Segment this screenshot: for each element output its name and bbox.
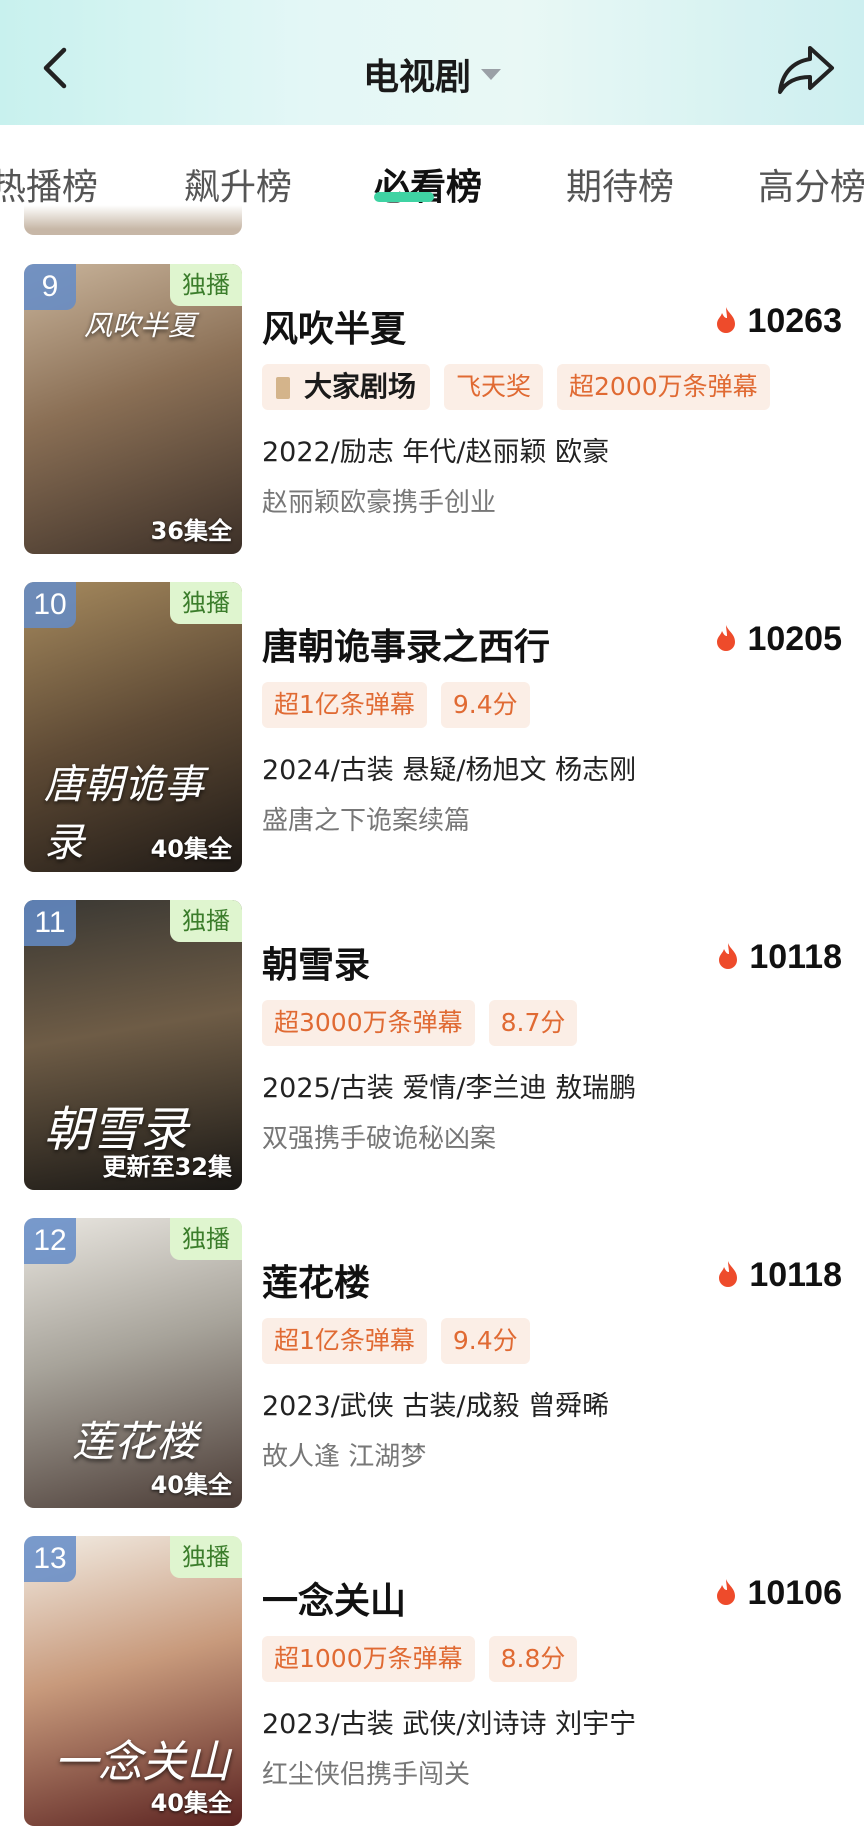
show-description: 盛唐之下诡案续篇 — [262, 806, 471, 836]
show-meta: 2023/古装 武侠/刘诗诗 刘宇宁 — [262, 1709, 637, 1740]
show-meta: 2024/古装 悬疑/杨旭文 杨志刚 — [262, 755, 637, 786]
badge-row: 超3000万条弹幕 8.7分 — [262, 1000, 591, 1046]
poster-title-art: 莲花楼 — [72, 1417, 199, 1466]
tag-badge: 飞天奖 — [444, 364, 544, 410]
heat-score: 10263 — [715, 302, 842, 343]
previous-item-poster[interactable] — [24, 205, 242, 235]
tag-badge: 超3000万条弹幕 — [262, 1000, 475, 1046]
show-description: 双强携手破诡秘凶案 — [262, 1124, 497, 1154]
show-poster[interactable]: 唐朝诡事录 10 独播 40集全 — [24, 582, 242, 872]
exclusive-badge: 独播 — [170, 1218, 242, 1260]
poster-title-art: 风吹半夏 — [84, 309, 197, 342]
tab-anticipated[interactable]: 期待榜 — [566, 158, 674, 208]
theater-icon — [276, 377, 290, 399]
show-card[interactable]: 风吹半夏 9 独播 36集全 风吹半夏 10263 大家剧场 飞天奖 超2000万条弹幕 2022… — [0, 250, 864, 554]
tag-badge: 超2000万条弹幕 — [557, 364, 770, 410]
tag-badge: 9.4分 — [440, 682, 530, 728]
episode-count: 36集全 — [150, 517, 232, 545]
page-title: 电视剧 — [362, 57, 471, 98]
share-icon — [778, 46, 834, 94]
heat-value: 10263 — [747, 302, 842, 340]
flame-icon — [715, 1576, 737, 1615]
heat-score: 10118 — [717, 1256, 842, 1297]
show-title[interactable]: 朝雪录 — [262, 936, 370, 988]
title-dropdown[interactable]: 电视剧 — [0, 48, 864, 98]
tab-rising[interactable]: 飙升榜 — [184, 158, 292, 208]
heat-value: 10205 — [747, 620, 842, 658]
badge-row: 超1000万条弹幕 8.8分 — [262, 1636, 591, 1682]
exclusive-badge: 独播 — [170, 582, 242, 624]
show-title[interactable]: 莲花楼 — [262, 1254, 370, 1306]
show-meta: 2025/古装 爱情/李兰迪 敖瑞鹏 — [262, 1073, 637, 1104]
caret-down-icon — [481, 68, 501, 80]
flame-icon — [715, 304, 737, 343]
poster-title-art: 一念关山 — [54, 1737, 230, 1788]
tag-badge: 超1亿条弹幕 — [262, 682, 427, 728]
exclusive-badge: 独播 — [170, 1536, 242, 1578]
show-poster[interactable]: 莲花楼 12 独播 40集全 — [24, 1218, 242, 1508]
badge-row: 超1亿条弹幕 9.4分 — [262, 1318, 544, 1364]
show-poster[interactable]: 朝雪录 11 独播 更新至32集 — [24, 900, 242, 1190]
tag-badge: 9.4分 — [440, 1318, 530, 1364]
badge-label: 大家剧场 — [304, 370, 417, 403]
tab-high-score[interactable]: 高分榜 — [758, 158, 864, 208]
show-card[interactable]: 一念关山 13 独播 40集全 一念关山 10106 超1000万条弹幕 8.8分 2023/古… — [0, 1522, 864, 1826]
show-poster[interactable]: 风吹半夏 9 独播 36集全 — [24, 264, 242, 554]
top-bar: 电视剧 — [0, 0, 864, 125]
tag-badge: 8.7分 — [488, 1000, 578, 1046]
heat-value: 10106 — [747, 1574, 842, 1612]
heat-value: 10118 — [749, 1256, 842, 1294]
active-tab-indicator — [374, 192, 434, 202]
badge-row: 超1亿条弹幕 9.4分 — [262, 682, 544, 728]
show-meta: 2022/励志 年代/赵丽颖 欧豪 — [262, 437, 610, 468]
show-meta: 2023/武侠 古装/成毅 曾舜晞 — [262, 1391, 610, 1422]
episode-count: 40集全 — [150, 1471, 232, 1499]
show-title[interactable]: 一念关山 — [262, 1572, 406, 1624]
rank-badge: 10 — [24, 582, 76, 628]
heat-value: 10118 — [749, 938, 842, 976]
exclusive-badge: 独播 — [170, 900, 242, 942]
rank-badge: 11 — [24, 900, 76, 946]
show-card[interactable]: 唐朝诡事录 10 独播 40集全 唐朝诡事录之西行 10205 超1亿条弹幕 9.4分 2024… — [0, 568, 864, 872]
rank-badge: 12 — [24, 1218, 76, 1264]
heat-score: 10106 — [715, 1574, 842, 1615]
show-title[interactable]: 唐朝诡事录之西行 — [262, 618, 550, 670]
share-button[interactable] — [774, 38, 838, 102]
tab-hot[interactable]: 热播榜 — [0, 158, 98, 208]
show-description: 故人逢 江湖梦 — [262, 1442, 427, 1472]
episode-count: 40集全 — [150, 835, 232, 863]
tag-badge: 超1亿条弹幕 — [262, 1318, 427, 1364]
episode-count: 40集全 — [150, 1789, 232, 1817]
rank-badge: 9 — [24, 264, 76, 310]
show-poster[interactable]: 一念关山 13 独播 40集全 — [24, 1536, 242, 1826]
brand-badge[interactable]: 大家剧场 — [262, 364, 431, 410]
show-description: 赵丽颖欧豪携手创业 — [262, 488, 497, 518]
show-title[interactable]: 风吹半夏 — [262, 300, 406, 352]
flame-icon — [715, 622, 737, 661]
badge-row: 大家剧场 飞天奖 超2000万条弹幕 — [262, 364, 784, 410]
flame-icon — [717, 940, 739, 979]
heat-score: 10118 — [717, 938, 842, 979]
episode-count: 更新至32集 — [102, 1153, 232, 1181]
flame-icon — [717, 1258, 739, 1297]
show-description: 红尘侠侣携手闯关 — [262, 1760, 471, 1790]
tag-badge: 8.8分 — [488, 1636, 578, 1682]
exclusive-badge: 独播 — [170, 264, 242, 306]
rank-badge: 13 — [24, 1536, 76, 1582]
show-card[interactable]: 朝雪录 11 独播 更新至32集 朝雪录 10118 超3000万条弹幕 8.7分 2025/古… — [0, 886, 864, 1190]
heat-score: 10205 — [715, 620, 842, 661]
tag-badge: 超1000万条弹幕 — [262, 1636, 475, 1682]
show-card[interactable]: 莲花楼 12 独播 40集全 莲花楼 10118 超1亿条弹幕 9.4分 2023/武侠 古装/… — [0, 1204, 864, 1508]
